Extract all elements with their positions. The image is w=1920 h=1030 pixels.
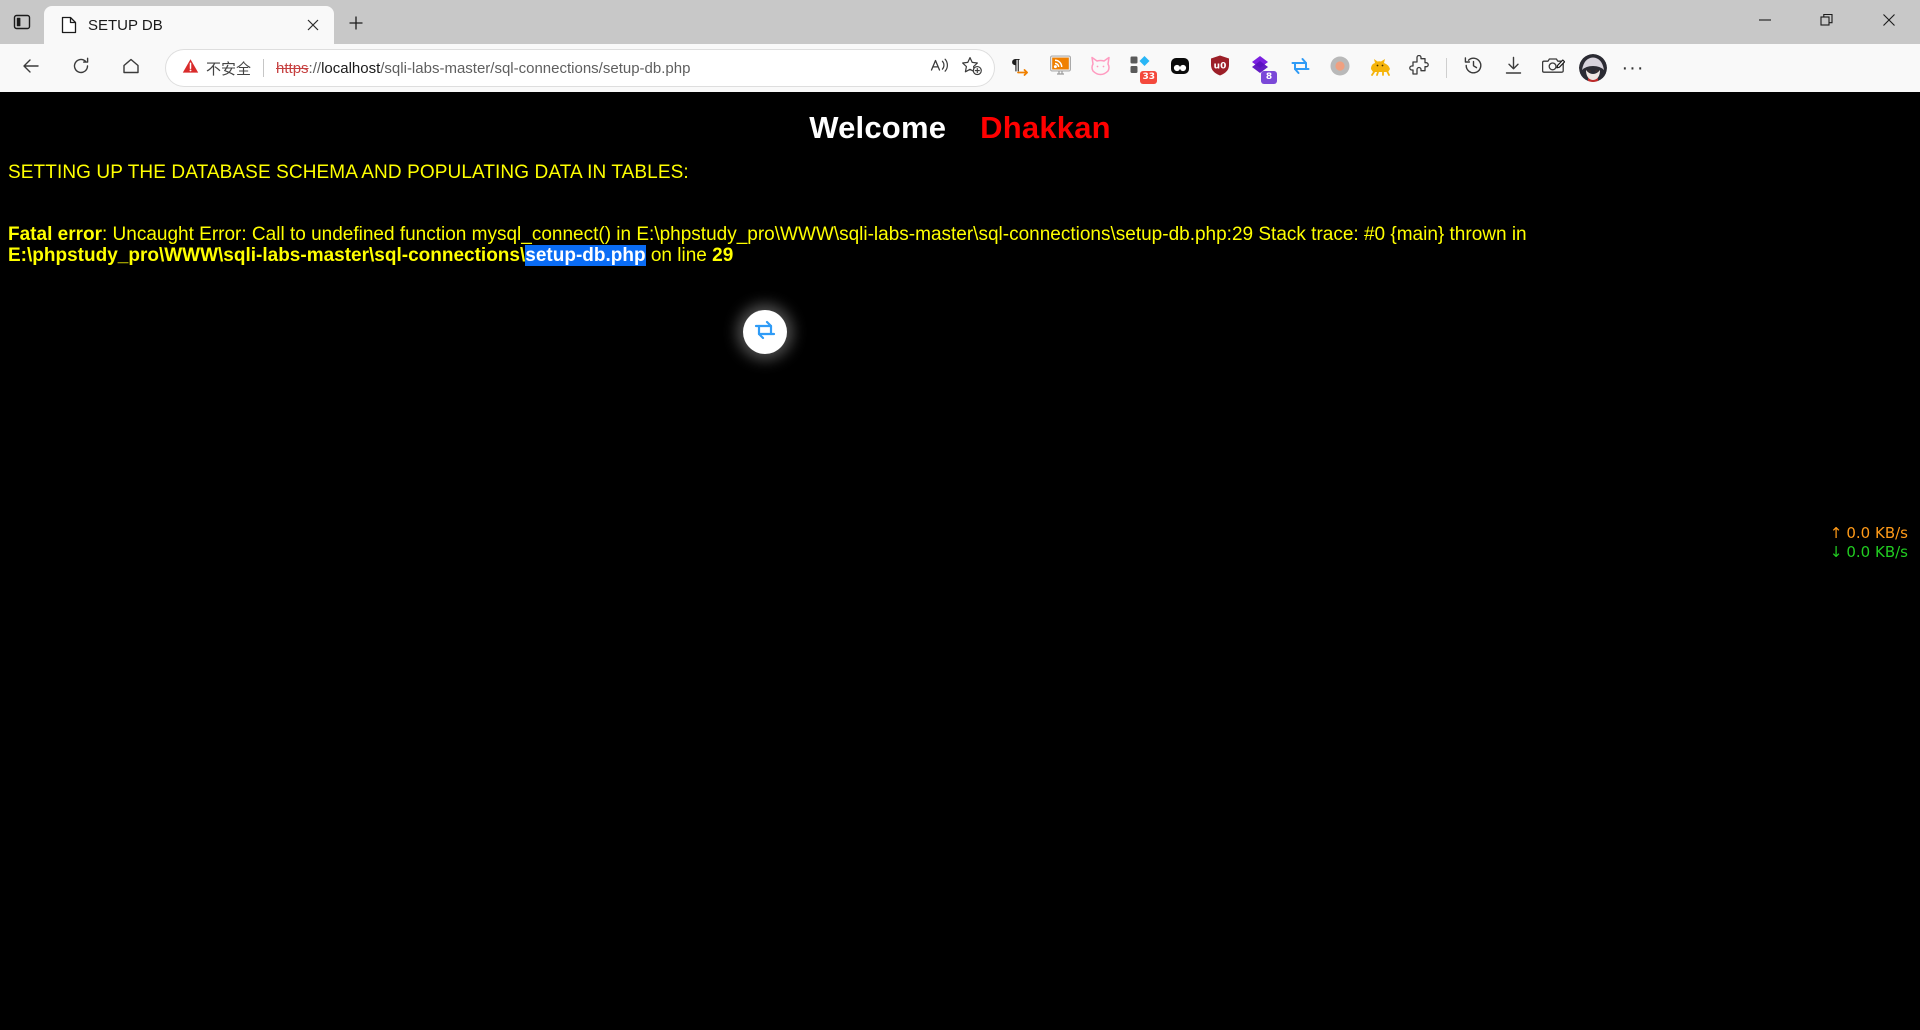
toolbar-separator <box>1446 58 1447 78</box>
ublock-shield-icon: u0 <box>1209 54 1231 82</box>
extension-rss-feed-reader-icon[interactable] <box>1040 49 1080 87</box>
home-button[interactable] <box>112 49 150 87</box>
extension-puzzle-extensions-icon[interactable] <box>1400 49 1440 87</box>
minimize-icon <box>1758 13 1772 32</box>
new-tab-button[interactable] <box>336 6 376 44</box>
upload-arrow-icon: ↑ <box>1829 524 1843 542</box>
extension-purple-diamonds-icon[interactable]: 8 <box>1240 49 1280 87</box>
svg-text:u0: u0 <box>1214 62 1227 72</box>
error-line-number: 29 <box>712 245 734 267</box>
extension-badge-count: 33 <box>1140 71 1157 84</box>
error-path-selected[interactable]: setup-db.php <box>525 245 646 267</box>
page-content: Welcome Dhakkan SETTING UP THE DATABASE S… <box>0 92 1920 1030</box>
downloads-button[interactable] <box>1493 49 1533 87</box>
history-button[interactable] <box>1453 49 1493 87</box>
window-restore-button[interactable] <box>1796 0 1858 44</box>
avatar <box>1579 54 1607 82</box>
restore-icon <box>1820 13 1834 32</box>
refresh-icon <box>71 56 91 81</box>
error-label: Fatal error <box>8 224 102 245</box>
grey-circle-icon <box>1329 55 1351 82</box>
url-separator: :// <box>308 59 322 77</box>
home-icon <box>121 56 141 81</box>
warning-triangle-icon <box>182 58 199 79</box>
brand-text: Dhakkan <box>980 110 1111 145</box>
php-fatal-error: Fatal error: Uncaught Error: Call to und… <box>0 184 1790 267</box>
extension-yellow-cat-icon[interactable] <box>1360 49 1400 87</box>
downloads-icon <box>1503 55 1524 81</box>
tab-title: SETUP DB <box>88 16 163 34</box>
browser-toolbar: 不安全 https://localhost/sqli-labs-master/s… <box>0 44 1920 92</box>
schema-heading: SETTING UP THE DATABASE SCHEMA AND POPUL… <box>8 162 689 183</box>
error-message-part2: on line <box>645 245 713 267</box>
swap-arrows-floating-button[interactable] <box>743 310 787 354</box>
tab-actions-icon <box>13 13 31 31</box>
download-arrow-icon: ↓ <box>1829 543 1843 562</box>
window-close-button[interactable] <box>1858 0 1920 44</box>
url-path: /sqli-labs-master/sql-connections/setup-… <box>380 59 691 77</box>
download-speed-row: ↓ 0.0 KB/s <box>1830 543 1908 562</box>
add-favorite-star-icon <box>961 56 983 81</box>
plus-icon <box>348 15 364 36</box>
extension-blocks-extension-icon[interactable]: 33 <box>1120 49 1160 87</box>
svg-text:¶: ¶ <box>1011 56 1021 74</box>
extension-pilcrow-arrow-icon[interactable]: ¶ <box>1000 49 1040 87</box>
extensions-bar: ¶ 33 u0 8 ··· <box>1000 49 1653 87</box>
security-indicator[interactable]: 不安全 <box>182 58 251 79</box>
upload-speed-row: ↑ 0.0 KB/s <box>1830 524 1908 543</box>
rss-feed-reader-icon <box>1049 54 1072 82</box>
omnibox-divider <box>263 59 265 77</box>
welcome-text: Welcome <box>809 110 947 145</box>
error-message-part1: : Uncaught Error: Call to undefined func… <box>101 224 1527 245</box>
error-path-bold: E:\phpstudy_pro\WWW\sqli-labs-master\sql… <box>8 245 526 267</box>
add-favorite-button[interactable] <box>956 52 988 84</box>
address-bar[interactable]: 不安全 https://localhost/sqli-labs-master/s… <box>166 50 994 86</box>
screenshot-capture-icon <box>1541 55 1565 81</box>
swap-arrows-floating-icon <box>752 318 778 347</box>
extension-swap-arrows-icon[interactable] <box>1280 49 1320 87</box>
extension-grey-circle-icon[interactable] <box>1320 49 1360 87</box>
close-icon <box>1882 13 1896 32</box>
refresh-button[interactable] <box>62 49 100 87</box>
extension-two-dots-extension-icon[interactable] <box>1160 49 1200 87</box>
browser-tab[interactable]: SETUP DB <box>44 6 334 44</box>
settings-more-button[interactable]: ··· <box>1613 49 1653 87</box>
url-scheme: https <box>276 59 309 77</box>
history-icon <box>1463 55 1484 81</box>
page-icon <box>60 16 78 34</box>
extension-ublock-shield-icon[interactable]: u0 <box>1200 49 1240 87</box>
puzzle-extensions-icon <box>1409 54 1431 82</box>
read-aloud-button[interactable] <box>924 52 956 84</box>
tab-close-button[interactable] <box>300 12 326 38</box>
download-speed-value: 0.0 KB/s <box>1846 543 1908 562</box>
swap-arrows-icon <box>1289 55 1312 82</box>
url-text[interactable]: https://localhost/sqli-labs-master/sql-c… <box>276 60 924 77</box>
network-speed-indicator: ↑ 0.0 KB/s ↓ 0.0 KB/s <box>1830 524 1908 562</box>
security-label: 不安全 <box>206 59 252 78</box>
back-icon <box>21 56 41 81</box>
window-controls <box>1734 0 1920 44</box>
read-aloud-icon <box>930 57 950 80</box>
extension-badge-count: 8 <box>1261 71 1277 84</box>
url-host: localhost <box>321 59 381 77</box>
titlebar: SETUP DB <box>0 0 1920 44</box>
profile-button[interactable] <box>1573 49 1613 87</box>
pink-cat-icon <box>1089 55 1112 82</box>
screenshot-capture-button[interactable] <box>1533 49 1573 87</box>
settings-more-icon: ··· <box>1621 57 1645 79</box>
extension-pink-cat-icon[interactable] <box>1080 49 1120 87</box>
upload-speed-value: 0.0 KB/s <box>1846 524 1908 542</box>
two-dots-extension-icon <box>1169 55 1191 82</box>
window-minimize-button[interactable] <box>1734 0 1796 44</box>
page-title: Welcome Dhakkan <box>0 92 1920 146</box>
pilcrow-arrow-icon: ¶ <box>1009 55 1031 82</box>
back-button[interactable] <box>12 49 50 87</box>
yellow-cat-icon <box>1369 56 1392 81</box>
tab-actions-button[interactable] <box>0 0 44 44</box>
